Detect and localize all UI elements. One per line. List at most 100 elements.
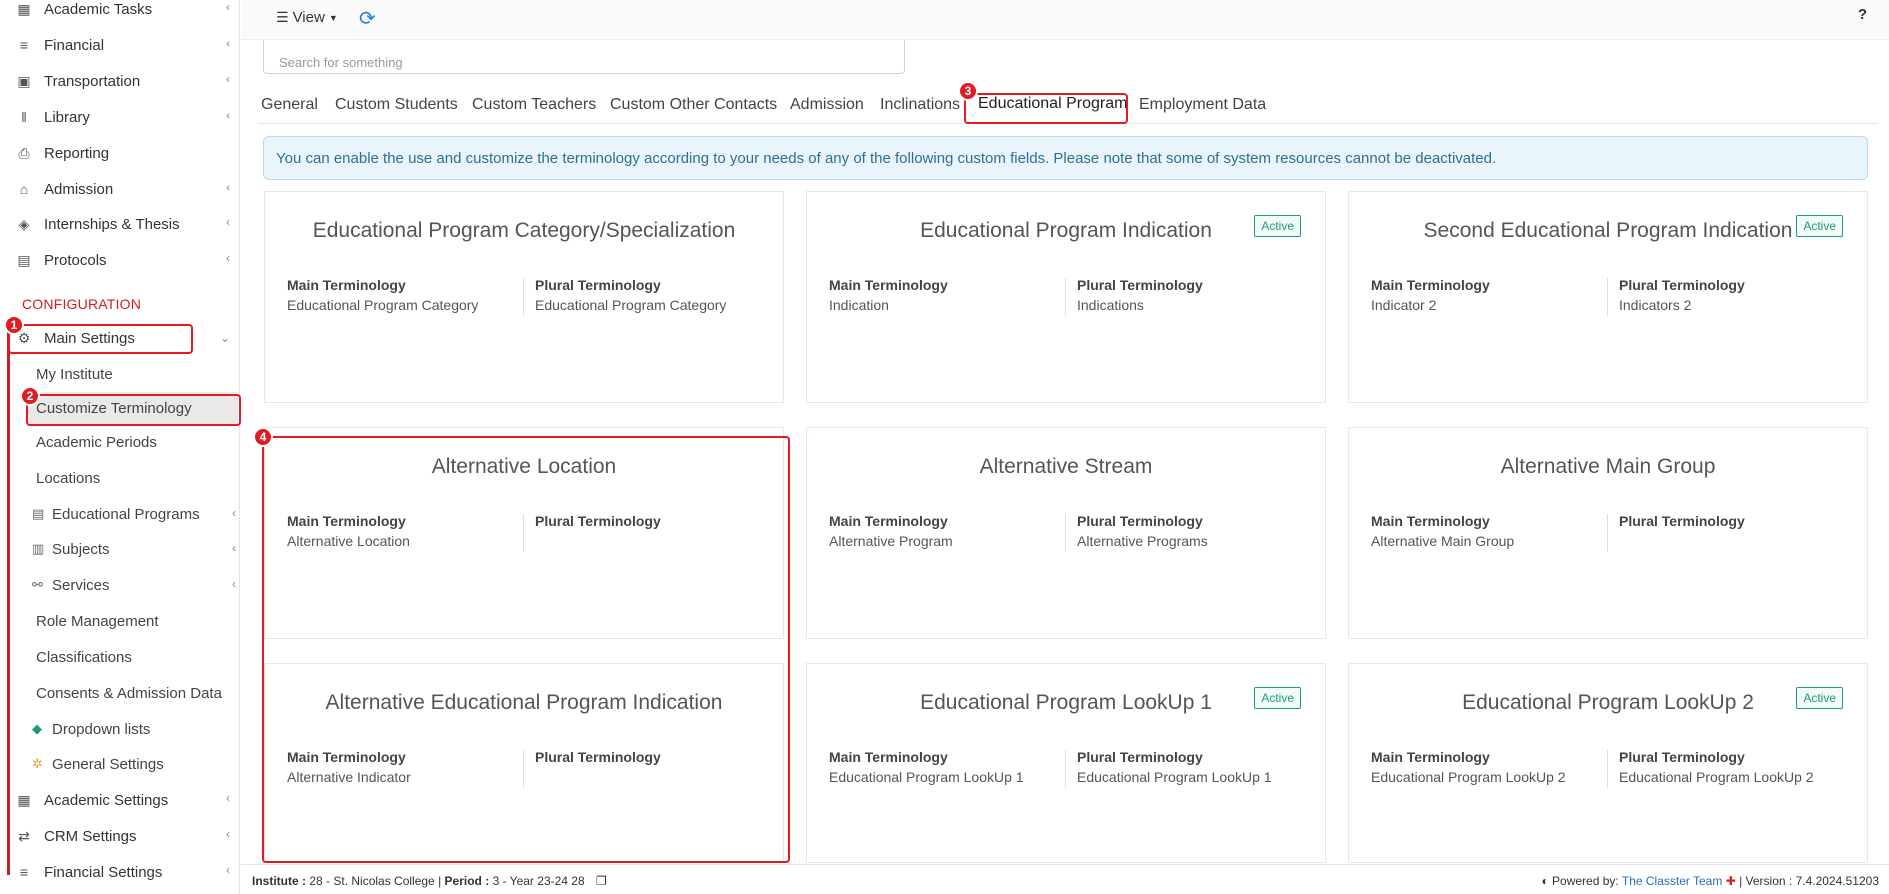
sidebar-item-academic-settings[interactable]: ▦ Academic Settings ‹	[10, 783, 238, 817]
sidebar-item-financial[interactable]: ≡ Financial ‹	[10, 28, 238, 62]
sidebar-item-role-management[interactable]: Role Management	[36, 605, 236, 637]
sidebar-item-academic-periods[interactable]: Academic Periods	[36, 426, 236, 458]
sidebar-item-classifications[interactable]: Classifications	[36, 641, 236, 673]
sidebar-item-protocols[interactable]: ▤ Protocols ‹	[10, 243, 238, 277]
shuffle-icon: ⇄	[18, 827, 30, 844]
sidebar-item-reporting[interactable]: ⎙ Reporting	[10, 136, 238, 170]
plural-terminology-value: Alternative Programs	[1077, 533, 1208, 549]
terminology-card[interactable]: Alternative Main Group Main Terminology …	[1348, 427, 1868, 639]
period-value: 3 - Year 23-24 28	[492, 874, 585, 888]
divider	[1065, 750, 1066, 788]
box-icon: ◈	[18, 215, 30, 232]
plural-terminology-value: Educational Program LookUp 1	[1077, 769, 1272, 785]
main-terminology-label: Main Terminology	[1371, 277, 1490, 293]
active-badge: Active	[1796, 215, 1843, 237]
chevron-left-icon: ‹	[226, 72, 230, 86]
step-badge-1: 1	[4, 315, 24, 335]
sidebar-item-label: Academic Periods	[36, 433, 157, 451]
divider	[1065, 514, 1066, 552]
chevron-left-icon: ‹	[226, 0, 230, 14]
main-terminology-label: Main Terminology	[829, 277, 948, 293]
main-terminology-label: Main Terminology	[287, 277, 406, 293]
sidebar-item-subjects[interactable]: ▥ Subjects ‹	[32, 533, 236, 565]
copy-icon[interactable]: ❐	[596, 874, 607, 888]
tab-custom-students[interactable]: Custom Students	[335, 96, 458, 114]
version-label: | Version : 7.4.2024.51203	[1739, 874, 1879, 888]
list-icon: ☰	[276, 9, 289, 25]
highlight-educational-program-tab	[964, 93, 1128, 124]
classter-logo-icon: ◐	[1541, 874, 1549, 888]
plural-terminology-label: Plural Terminology	[1619, 749, 1745, 765]
card-title: Second Educational Program Indication	[1423, 219, 1793, 242]
bus-icon: ▣	[17, 72, 31, 89]
sidebar-item-dropdown-lists[interactable]: ◆ Dropdown lists	[32, 713, 236, 745]
sidebar-item-transportation[interactable]: ▣ Transportation ‹	[10, 64, 238, 98]
divider	[1607, 514, 1608, 552]
sidebar-item-general-settings[interactable]: ✲ General Settings	[32, 748, 236, 780]
gears-icon: ✲	[32, 756, 43, 771]
main-terminology-label: Main Terminology	[829, 513, 948, 529]
sidebar-item-label: Admission	[44, 180, 114, 198]
tab-inclinations[interactable]: Inclinations	[880, 96, 960, 114]
sidebar-item-crm-settings[interactable]: ⇄ CRM Settings ‹	[10, 819, 238, 853]
highlight-customize-terminology	[26, 394, 241, 426]
footer-powered: ◐ Powered by: The Classter Team ✚ | Vers…	[1541, 874, 1879, 888]
sidebar-item-my-institute[interactable]: My Institute	[36, 358, 236, 390]
sidebar-item-internships[interactable]: ◈ Internships & Thesis ‹	[10, 207, 238, 241]
chevron-left-icon: ‹	[226, 251, 230, 265]
grid-icon: ▦	[17, 0, 31, 17]
sidebar-item-admission[interactable]: ⌂ Admission ‹	[10, 172, 238, 206]
highlight-cards-column	[262, 436, 790, 863]
sidebar-item-academic-tasks[interactable]: ▦ Academic Tasks ‹	[10, 0, 238, 26]
terminology-card[interactable]: Second Educational Program Indication Ac…	[1348, 191, 1868, 403]
printer-icon: ⎙	[18, 144, 30, 161]
help-button[interactable]: ?	[1858, 6, 1867, 23]
main-terminology-label: Main Terminology	[1371, 749, 1490, 765]
institute-value: 28 - St. Nicolas College	[309, 874, 435, 888]
terminology-card[interactable]: Alternative Stream Main Terminology Alte…	[806, 427, 1326, 639]
main-terminology-label: Main Terminology	[829, 749, 948, 765]
plural-terminology-label: Plural Terminology	[1619, 277, 1745, 293]
view-dropdown-button[interactable]: ☰ View ▼	[276, 9, 338, 26]
card-title: Educational Program Indication	[920, 219, 1212, 242]
main-terminology-value: Alternative Program	[829, 533, 953, 549]
card-title: Alternative Stream	[979, 455, 1153, 478]
card-title: Educational Program LookUp 2	[1462, 691, 1754, 714]
tab-admission[interactable]: Admission	[790, 96, 864, 114]
refresh-icon[interactable]: ⟳	[359, 6, 376, 31]
card-title: Alternative Main Group	[1500, 455, 1716, 478]
highlight-main-settings	[8, 324, 193, 354]
tab-general[interactable]: General	[261, 96, 318, 114]
sidebar-item-label: Dropdown lists	[52, 720, 151, 738]
tab-employment-data[interactable]: Employment Data	[1139, 96, 1266, 114]
tab-custom-other-contacts[interactable]: Custom Other Contacts	[610, 96, 777, 114]
sidebar-item-financial-settings[interactable]: ≡ Financial Settings ‹	[10, 855, 238, 889]
main-terminology-value: Alternative Main Group	[1371, 533, 1515, 549]
sidebar-item-label: Transportation	[44, 72, 141, 90]
chevron-left-icon: ‹	[226, 791, 230, 805]
sidebar-item-services[interactable]: ⚯ Services ‹	[32, 569, 236, 601]
sidebar-item-label: Library	[44, 108, 90, 126]
sidebar-item-locations[interactable]: Locations	[36, 462, 236, 494]
tab-custom-teachers[interactable]: Custom Teachers	[472, 96, 596, 114]
chevron-left-icon: ‹	[226, 215, 230, 229]
terminology-card[interactable]: Educational Program LookUp 2 Active Main…	[1348, 663, 1868, 863]
sidebar-item-educational-programs[interactable]: ▤ Educational Programs ‹	[32, 498, 236, 530]
fax-icon: ▤	[17, 251, 31, 268]
plural-terminology-value: Educational Program Category	[535, 297, 727, 313]
sidebar-item-label: Educational Programs	[52, 505, 200, 523]
main-terminology-value: Indicator 2	[1371, 297, 1437, 313]
chevron-left-icon: ‹	[232, 506, 236, 520]
coins-icon: ≡	[19, 864, 29, 880]
terminology-card[interactable]: Educational Program LookUp 1 Active Main…	[806, 663, 1326, 863]
sidebar-item-label: Financial	[44, 36, 105, 54]
team-link[interactable]: The Classter Team	[1622, 874, 1722, 888]
sidebar-item-label: General Settings	[52, 755, 164, 773]
search-input[interactable]: Search for something	[263, 40, 905, 74]
terminology-card[interactable]: Educational Program Category/Specializat…	[264, 191, 784, 403]
status-footer: Institute : 28 - St. Nicolas College | P…	[241, 864, 1889, 894]
coins-icon: ≡	[19, 37, 29, 53]
terminology-card[interactable]: Educational Program Indication Active Ma…	[806, 191, 1326, 403]
sidebar-item-library[interactable]: ‖ Library ‹	[10, 100, 238, 134]
sidebar-item-consents[interactable]: Consents & Admission Data	[36, 677, 236, 709]
